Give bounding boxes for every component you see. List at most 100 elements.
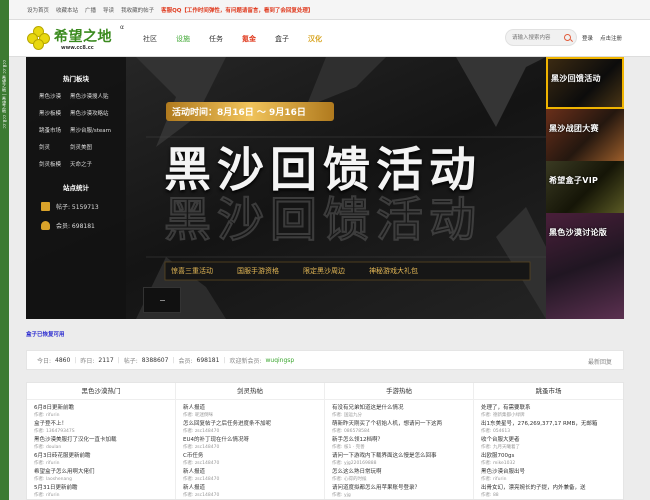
list-item[interactable]: 出骨女幻，漂亮婉长的子提，内外兼备，送 作者: 88	[474, 480, 623, 498]
list-item[interactable]: 盒子登不上！ 作者: 136479347S	[27, 416, 175, 434]
topbar-link-favorites[interactable]: 我收藏的帖子	[121, 6, 154, 14]
list-item[interactable]: EU4的补丁现在什么情况呀 作者: zsc148470	[176, 432, 324, 450]
column-title[interactable]: 跳蚤市场	[474, 383, 623, 400]
list-item[interactable]: 黑色沙漠台服出号 作者: rifurin	[474, 464, 623, 482]
list-item[interactable]: 5月31日更新前瞻 作者: rifurin	[27, 480, 175, 498]
post-title[interactable]: 新人报道	[183, 483, 324, 491]
stat-members-count: 698181	[196, 356, 220, 364]
list-item[interactable]: 新手怎么领12档啊？ 作者: 核1 · 完善	[325, 432, 473, 450]
post-title[interactable]: 6月8日更新前瞻	[34, 403, 175, 411]
list-item[interactable]: 怎么这么熟日常玩啊 作者: 心得的时候	[325, 464, 473, 482]
box-restored-notice[interactable]: 盒子已恢复可用	[26, 330, 65, 338]
column-title[interactable]: 黑色沙漠热门	[27, 383, 175, 400]
post-title[interactable]: C币任务	[183, 451, 324, 459]
list-item[interactable]: 新人报道 作者: zsc148470	[176, 464, 324, 482]
list-item[interactable]: 怎么回复帖子之后任务进度条不加呢 作者: zsc148470	[176, 416, 324, 434]
list-item[interactable]: 出欧服700gs 作者: mike1032	[474, 448, 623, 466]
topbar-link-guide[interactable]: 导读	[103, 6, 114, 14]
site-logo[interactable]: 希望之地 www.cc8.cc α	[27, 24, 131, 53]
slide-control-button[interactable]	[143, 287, 181, 313]
list-item[interactable]: 有没有兄弟知道这是什么情况 作者: 国运九分	[325, 400, 473, 418]
search-input[interactable]	[506, 30, 562, 45]
board-link[interactable]: 天命之子	[70, 160, 126, 168]
post-title[interactable]: 黑色沙漠美服打了汉化一直卡加载	[34, 435, 175, 443]
nav-localization[interactable]: 汉化	[308, 34, 322, 44]
list-item[interactable]: 新人报道 作者: zsc148470	[176, 480, 324, 498]
thumb-guild-contest[interactable]: 黑沙战团大赛	[546, 109, 624, 161]
topbar-notice[interactable]: 客服QQ【工作时间弹性，有问题请留言，看到了会回复处理】	[161, 6, 313, 14]
thumb-return-event[interactable]: 黑沙回馈活动	[546, 57, 624, 109]
post-title[interactable]: 6月3日砖花服更新前瞻	[34, 451, 175, 459]
hero-perk: 限定黑沙周边	[303, 267, 345, 275]
post-title[interactable]: 希望盒子怎么用啊大佬们	[34, 467, 175, 475]
topbar-link-broadcast[interactable]: 广播	[85, 6, 96, 14]
list-item[interactable]: C币任务 作者: zsc148470	[176, 448, 324, 466]
list-item[interactable]: 6月8日更新前瞻 作者: rifurin	[27, 400, 175, 418]
board-link[interactable]: 剑灵	[39, 143, 70, 151]
post-title[interactable]: 请问道度拟都怎么用苹果账号登录？	[332, 483, 473, 491]
post-title[interactable]: 萌新昨天刚买了个初始人机，想请问一下这两	[332, 419, 473, 427]
post-title[interactable]: 怎么这么熟日常玩啊	[332, 467, 473, 475]
board-link[interactable]: 剑灵板模	[39, 160, 70, 168]
thumb-title: 希望盒子VIP	[549, 176, 599, 185]
board-link[interactable]: 黑沙板模	[39, 109, 70, 117]
column-title[interactable]: 剑灵热帖	[176, 383, 324, 400]
list-item[interactable]: 出1东美星号，276,269,377,17 RMB，无邮箱 作者: 054613	[474, 416, 623, 434]
nav-tasks[interactable]: 任务	[209, 34, 223, 44]
hero-perk: 神秘游戏大礼包	[369, 267, 418, 275]
list-item[interactable]: 希望盒子怎么用啊大佬们 作者: laoshenang	[27, 464, 175, 482]
thumb-box-vip[interactable]: 希望盒子VIP	[546, 161, 624, 213]
post-title[interactable]: EU4的补丁现在什么情况呀	[183, 435, 324, 443]
post-title[interactable]: 新人报道	[183, 403, 324, 411]
nav-krypton[interactable]: 氪金	[242, 34, 256, 44]
search-icon[interactable]	[564, 34, 571, 41]
column-bdo-hot: 黑色沙漠热门 6月8日更新前瞻 作者: rifurin 盒子登不上！ 作者: 136…	[27, 383, 176, 499]
latest-replies-link[interactable]: 最新回复	[588, 357, 612, 366]
post-title[interactable]: 新手怎么领12档啊？	[332, 435, 473, 443]
list-item[interactable]: 6月3日砖花服更新前瞻 作者: rifurin	[27, 448, 175, 466]
hero-perk: 惊喜三重活动	[171, 267, 213, 275]
post-title[interactable]: 5月31日更新前瞻	[34, 483, 175, 491]
welcome-label: 欢迎新会员:	[229, 357, 262, 365]
post-title[interactable]: 怎么回复帖子之后任务进度条不加呢	[183, 419, 324, 427]
list-item[interactable]: 请问一下游戏内下载界面这么慢是怎么回事 作者: yjg220169888	[325, 448, 473, 466]
post-title[interactable]: 出骨女幻，漂亮婉长的子提，内外兼备，送	[481, 483, 623, 491]
stat-members-text: 会员: 698181	[56, 223, 95, 230]
post-title[interactable]: 有没有兄弟知道这是什么情况	[332, 403, 473, 411]
board-link[interactable]: 黑沙台服/steam	[70, 126, 126, 134]
post-author: 作者: yjg	[332, 492, 351, 498]
column-title[interactable]: 手游热帖	[325, 383, 473, 400]
site-stats-title: 站点统计	[63, 184, 89, 192]
list-item[interactable]: 新人报道 作者: 昵迷倒咪	[176, 400, 324, 418]
stat-posts-text: 帖子: 5159713	[56, 204, 99, 211]
topbar-link-bookmark[interactable]: 收藏本站	[56, 6, 78, 14]
post-title[interactable]: 出欧服700gs	[481, 451, 623, 459]
nav-community[interactable]: 社区	[143, 34, 157, 44]
list-item[interactable]: 黑色沙漠美服打了汉化一直卡加载 作者: doulan	[27, 432, 175, 450]
board-link[interactable]: 黑色沙漠	[39, 92, 70, 100]
board-link[interactable]: 黑色沙漠攻略站	[70, 109, 126, 117]
list-item[interactable]: 请问道度拟都怎么用苹果账号登录？ 作者: yjg	[325, 480, 473, 498]
new-member-link[interactable]: wuqingsp	[265, 357, 294, 364]
post-title[interactable]: 黑色沙漠台服出号	[481, 467, 623, 475]
post-title[interactable]: 新人报道	[183, 467, 324, 475]
board-link[interactable]: 跳蚤市场	[39, 126, 70, 134]
post-title[interactable]: 请问一下游戏内下载界面这么慢是怎么回事	[332, 451, 473, 459]
list-item[interactable]: 处理了，有需要联系 作者: 德新集都小绿牌	[474, 400, 623, 418]
post-title[interactable]: 出1东美星号，276,269,377,17 RMB，无邮箱	[481, 419, 623, 427]
topbar-link-set-home[interactable]: 设为首页	[27, 6, 49, 14]
list-item[interactable]: 收个台服大更者 作者: 九月天曦着了	[474, 432, 623, 450]
register-link[interactable]: 点击注册	[600, 34, 622, 42]
post-title[interactable]: 处理了，有需要联系	[481, 403, 623, 411]
board-link[interactable]: 剑灵美图	[70, 143, 126, 151]
list-item[interactable]: 萌新昨天刚买了个初始人机，想请问一下这两 作者: 086578584	[325, 416, 473, 434]
post-author: 作者: 88	[481, 492, 499, 498]
post-title[interactable]: 盒子登不上！	[34, 419, 175, 427]
login-link[interactable]: 登录	[582, 34, 593, 42]
thumb-discussion[interactable]: 黑色沙漠讨论版	[546, 213, 624, 319]
post-title[interactable]: 收个台服大更者	[481, 435, 623, 443]
nav-facilities[interactable]: 设施	[176, 34, 190, 44]
nav-box[interactable]: 盒子	[275, 34, 289, 44]
post-columns: 黑色沙漠热门 6月8日更新前瞻 作者: rifurin 盒子登不上！ 作者: 136…	[26, 382, 624, 500]
board-link[interactable]: 黑色沙漠搜人贴	[70, 92, 126, 100]
